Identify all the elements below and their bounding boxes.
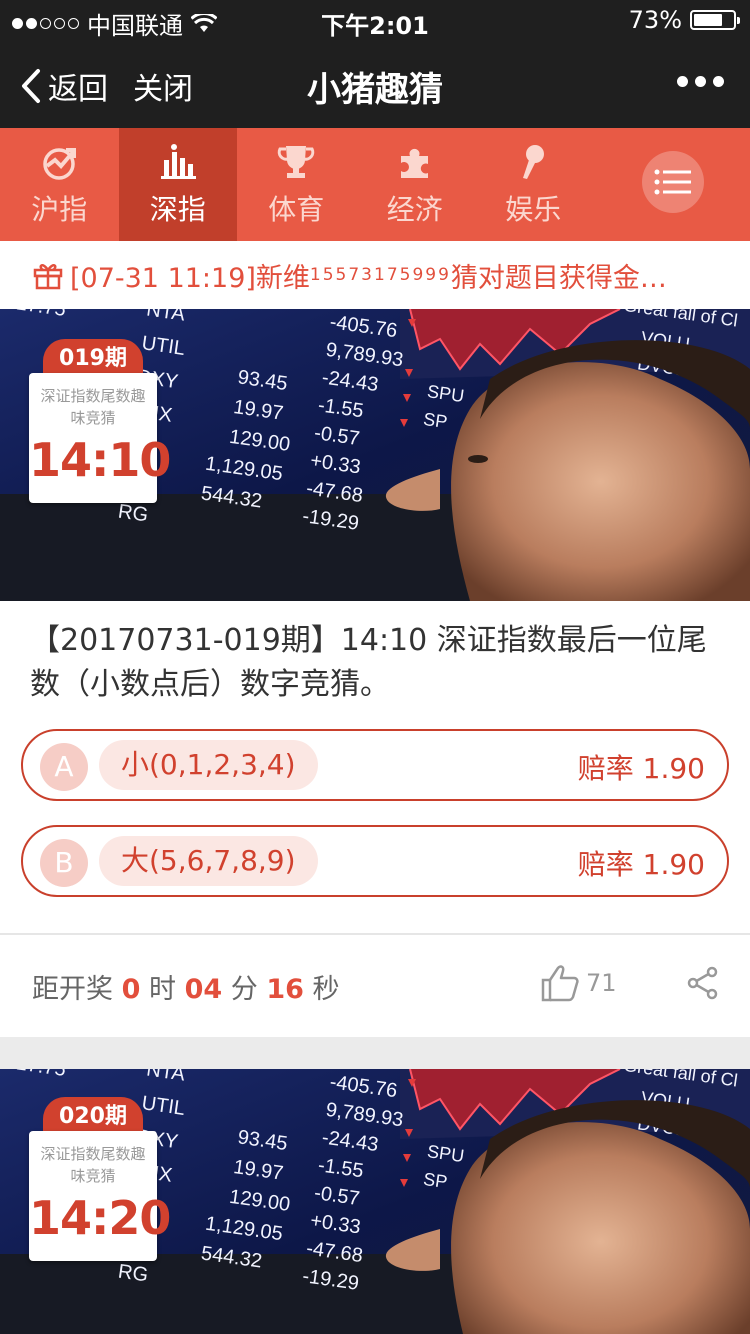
battery-icon [690,10,740,30]
countdown-minute-unit: 分 [230,974,258,1005]
stock-ticker-photo: NTAUTILDXYTNXYULXRG17.75 -405.769,789.93… [0,1069,750,1334]
countdown-label: 距开奖 [32,974,113,1005]
tab-shanghai-index[interactable]: 沪指 [0,128,119,241]
thumbs-up-icon [541,965,579,1002]
tab-label: 沪指 [31,192,88,226]
draw-countdown: 距开奖 0 时 04 分 16 秒 [32,967,340,1006]
countdown-seconds: 16 [266,974,304,1005]
divider [0,933,750,935]
quiz-card: NTAUTILDXYTNXYULXRG17.75 -405.769,789.93… [0,309,750,1037]
winner-notice[interactable]: [07-31 11:19]新维 15573175999 猜对题目获得金… [0,241,750,309]
notice-prefix: [07-31 11:19]新维 [70,262,310,294]
bar-chart-icon [158,142,198,182]
list-icon [654,169,691,195]
category-menu-button[interactable] [642,151,704,213]
more-menu-button[interactable] [677,76,724,87]
countdown-minutes: 04 [184,974,223,1005]
navigation-bar: 返回 关闭 小猪趣猜 [0,40,750,128]
period-badge: 019期 深证指数尾数趣味竞猜 14:10 [29,339,171,505]
countdown-hours: 0 [121,974,141,1005]
period-badge: 020期 深证指数尾数趣味竞猜 14:20 [29,1097,171,1263]
option-text: 大(5,6,7,8,9) [99,836,318,886]
tab-sports[interactable]: 体育 [237,128,356,241]
trophy-icon [276,142,316,182]
like-button[interactable]: 71 [540,964,617,1002]
option-odds: 赔率 1.90 [577,752,705,785]
option-text: 小(0,1,2,3,4) [99,740,318,790]
option-b-button[interactable]: B 大(5,6,7,8,9) 赔率 1.90 [21,825,729,897]
countdown-second-unit: 秒 [312,974,340,1005]
tab-entertainment[interactable]: 娱乐 [474,128,593,241]
tab-label: 体育 [268,192,325,226]
question-text: 【20170731-019期】14:10 深证指数最后一位尾数（小数点后）数字竞… [30,623,707,702]
badge-subtitle: 深证指数尾数趣味竞猜 [40,387,146,427]
microphone-icon [513,142,553,182]
badge-time: 14:20 [29,1191,171,1245]
battery-percent: 73% [628,6,682,34]
ticker-symbol: SP [422,1169,449,1192]
tab-shenzhen-index[interactable]: 深指 [118,128,237,241]
option-letter: A [40,743,88,791]
category-tabs: 沪指 深指 体育 经济 娱乐 [0,128,750,241]
stock-ticker-photo: NTAUTILDXYTNXYULXRG17.75 -405.769,789.93… [0,309,750,601]
notice-number: 15573175999 [309,265,451,285]
puzzle-icon [395,142,435,182]
ticker-symbol: SP [422,409,449,432]
page-title: 小猪趣猜 [307,70,443,110]
badge-subtitle: 深证指数尾数趣味竞猜 [40,1145,146,1185]
share-button[interactable] [686,966,720,1004]
tab-label: 娱乐 [505,192,562,226]
countdown-hour-unit: 时 [148,974,176,1005]
option-letter: B [40,839,88,887]
gift-icon [32,259,64,291]
tab-economy[interactable]: 经济 [356,128,475,241]
like-count: 71 [586,969,617,997]
tab-label: 深指 [149,192,206,226]
ticker-symbol: RG [117,1260,150,1286]
notice-suffix: 猜对题目获得金… [450,262,667,294]
tab-label: 经济 [386,192,443,226]
badge-time: 14:10 [29,433,171,487]
option-odds: 赔率 1.90 [577,848,705,881]
status-bar: 中国联通 下午2:01 73% [0,0,750,40]
chart-up-icon [39,142,79,182]
option-a-button[interactable]: A 小(0,1,2,3,4) 赔率 1.90 [21,729,729,801]
share-icon [687,966,718,1000]
